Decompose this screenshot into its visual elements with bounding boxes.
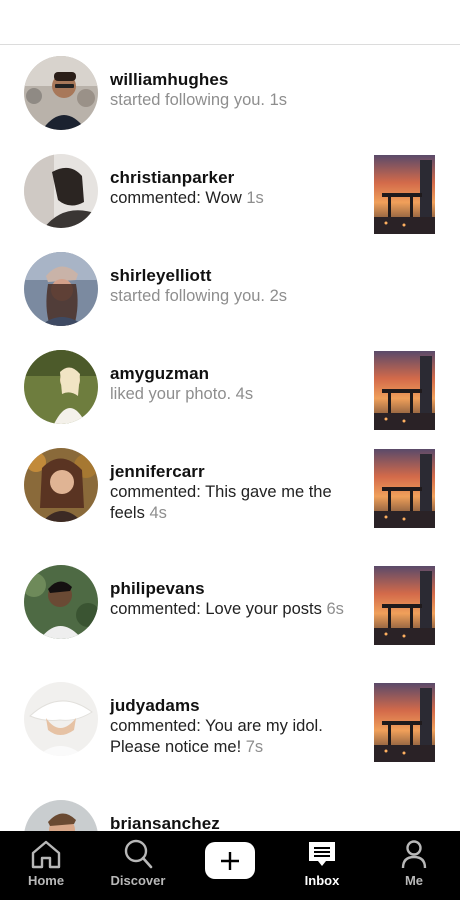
notification-message: started following you. 1s <box>110 91 288 109</box>
avatar[interactable] <box>24 565 98 639</box>
notification-message: commented: You are my idol. Please notic… <box>110 717 323 756</box>
create-post-button[interactable] <box>205 842 255 879</box>
avatar[interactable] <box>24 252 98 326</box>
notification-message: started following you. 2s <box>110 287 288 305</box>
tab-label: Discover <box>110 873 166 888</box>
avatar[interactable] <box>24 154 98 228</box>
avatar[interactable] <box>24 56 98 130</box>
post-thumbnail[interactable] <box>374 683 435 762</box>
avatar[interactable] <box>24 682 98 756</box>
username[interactable]: christianparker <box>110 167 360 188</box>
avatar[interactable] <box>24 448 98 522</box>
person-icon <box>401 840 427 869</box>
tab-home[interactable]: Home <box>0 831 92 900</box>
notifications-list: williamhughes started following you. 1s … <box>0 45 460 831</box>
post-thumbnail[interactable] <box>374 566 435 645</box>
post-thumbnail[interactable] <box>374 351 435 430</box>
post-thumbnail[interactable] <box>374 155 435 234</box>
notification-message: commented: Wow 1s <box>110 189 264 207</box>
tab-inbox[interactable]: Inbox <box>276 831 368 900</box>
avatar[interactable] <box>24 800 98 831</box>
plus-icon <box>221 851 239 870</box>
tab-discover[interactable]: Discover <box>92 831 184 900</box>
chat-bubble-icon <box>309 842 335 866</box>
post-thumbnail[interactable] <box>374 449 435 528</box>
username[interactable]: shirleyelliott <box>110 265 360 286</box>
tab-label: Me <box>404 873 424 888</box>
search-icon <box>124 839 153 869</box>
top-bar <box>0 0 460 45</box>
avatar[interactable] <box>24 350 98 424</box>
username[interactable]: williamhughes <box>110 69 360 90</box>
username[interactable]: judyadams <box>110 695 360 716</box>
notification-message: commented: Love your posts 6s <box>110 600 344 618</box>
username[interactable]: amyguzman <box>110 363 360 384</box>
notification-message: commented: This gave me the feels 4s <box>110 483 332 522</box>
tab-label: Home <box>27 873 65 888</box>
tab-me[interactable]: Me <box>368 831 460 900</box>
tab-create[interactable] <box>184 831 276 900</box>
tab-label: Inbox <box>304 873 340 888</box>
notification-message: liked your photo. 4s <box>110 385 254 403</box>
username[interactable]: briansanchez <box>110 813 360 831</box>
username[interactable]: philipevans <box>110 578 360 599</box>
username[interactable]: jennifercarr <box>110 461 360 482</box>
home-icon <box>31 840 61 869</box>
bottom-tab-bar: Home Discover Inbox Me <box>0 831 460 900</box>
